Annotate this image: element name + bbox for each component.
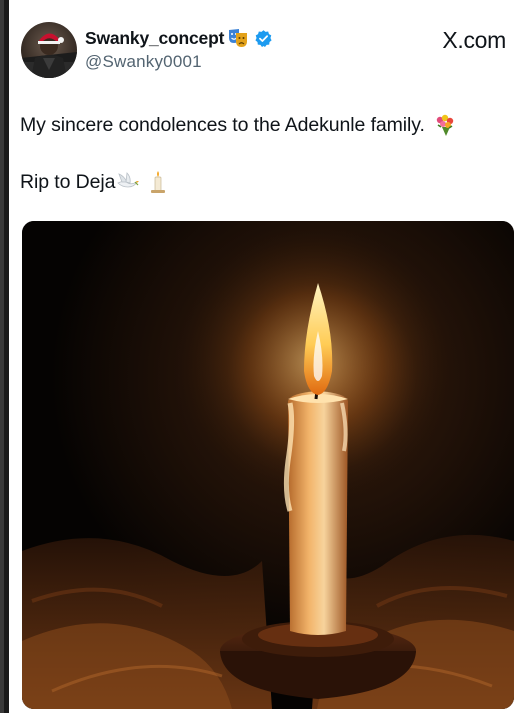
source-label-text: X.com bbox=[442, 27, 506, 53]
avatar[interactable] bbox=[21, 22, 77, 78]
candle-icon bbox=[146, 170, 170, 194]
tweet-text-line1: My sincere condolences to the Adekunle f… bbox=[20, 113, 457, 137]
dove-icon bbox=[116, 170, 140, 194]
verified-badge-icon bbox=[254, 29, 273, 48]
tweet-text-content-1: My sincere condolences to the Adekunle f… bbox=[20, 113, 425, 136]
user-handle[interactable]: @Swanky0001 bbox=[85, 52, 202, 72]
name-row: Swanky_concept bbox=[85, 27, 273, 49]
tweet-text-content-2: Rip to Deja bbox=[20, 170, 116, 193]
tweet-card: Swanky_concept @Swanky0001 X.com My sinc… bbox=[9, 0, 521, 713]
left-edge-strip bbox=[0, 0, 9, 713]
display-name[interactable]: Swanky_concept bbox=[85, 28, 224, 49]
tweet-text-line2: Rip to Deja bbox=[20, 170, 170, 194]
tweet-image-candle[interactable] bbox=[22, 221, 514, 709]
bouquet-icon bbox=[433, 113, 457, 137]
performing-arts-masks-icon bbox=[227, 27, 249, 49]
source-label: X.com bbox=[442, 27, 506, 54]
